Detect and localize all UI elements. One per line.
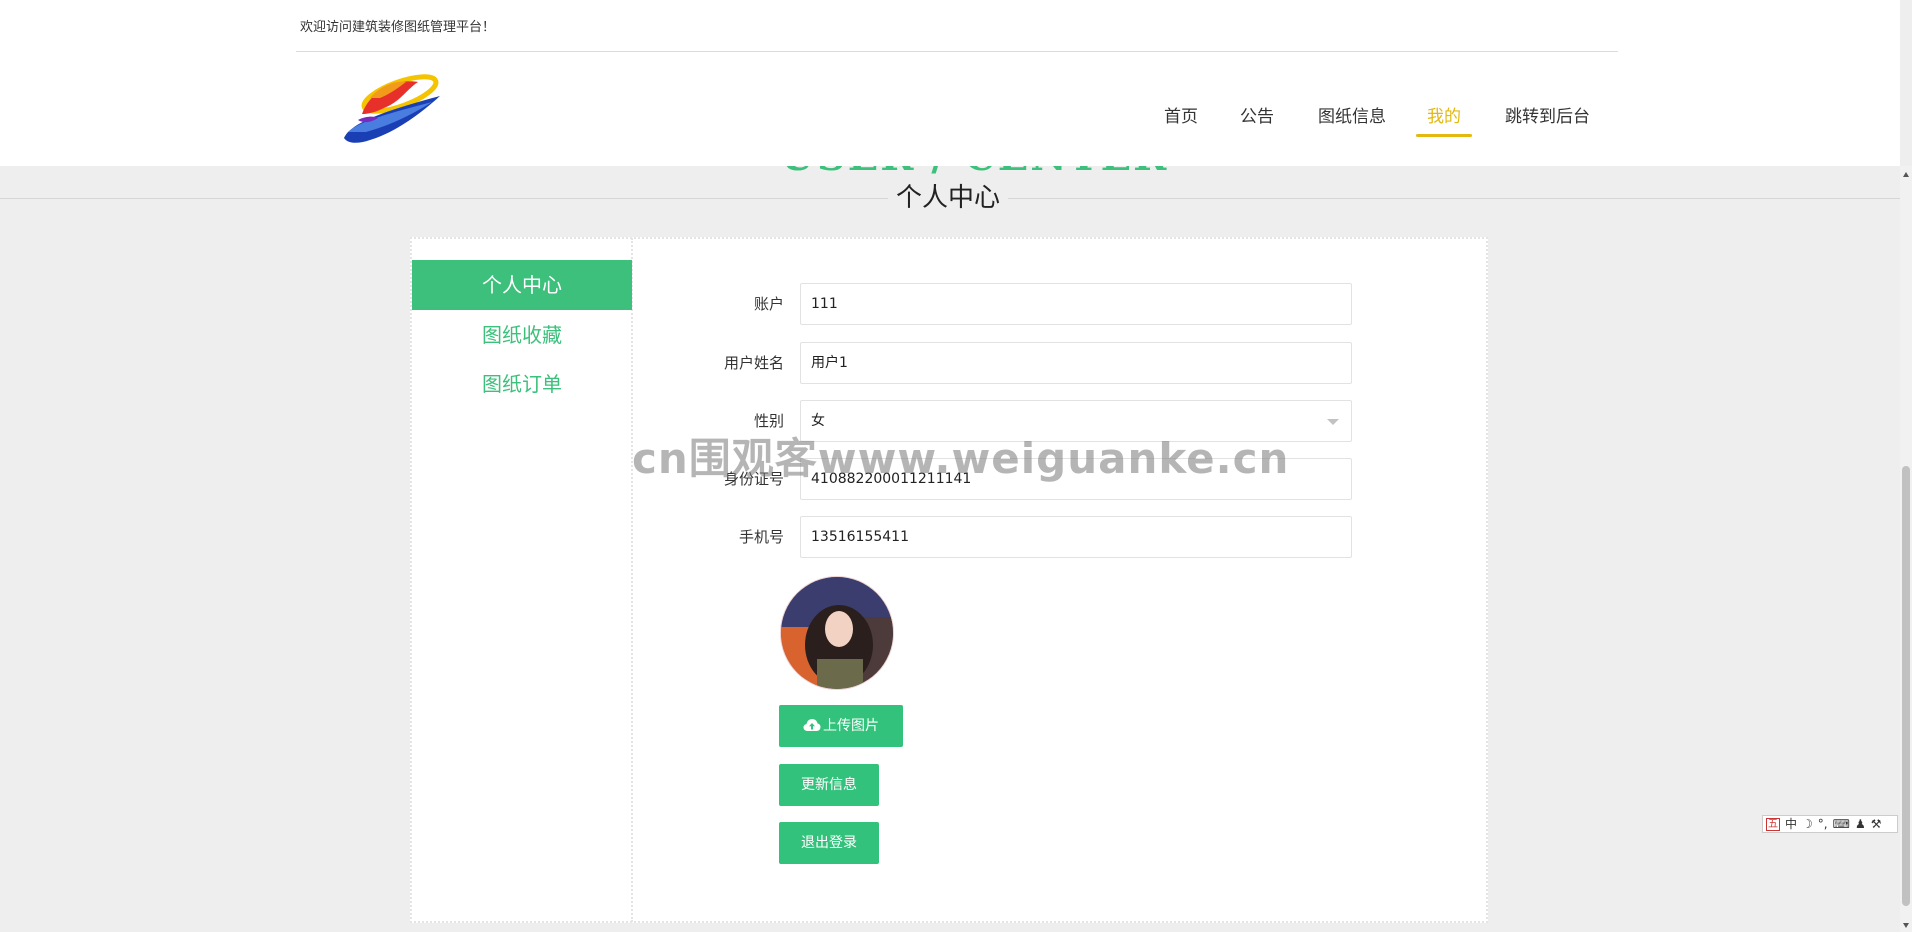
nav-home[interactable]: 首页 bbox=[1164, 104, 1198, 130]
watermark: cn围观客www.weiguanke.cn bbox=[632, 434, 1290, 483]
user-icon[interactable]: ♟ bbox=[1855, 816, 1866, 832]
ime-toolbar[interactable]: 五 中 ☽ °, ⌨ ♟ ⚒ bbox=[1762, 815, 1898, 833]
sidebar-item-favorites[interactable]: 图纸收藏 bbox=[412, 310, 632, 360]
ime-logo-icon[interactable]: 五 bbox=[1766, 817, 1780, 831]
scroll-up-icon[interactable] bbox=[1903, 172, 1909, 177]
chevron-down-icon bbox=[1327, 419, 1339, 425]
cloud-upload-icon bbox=[803, 719, 821, 731]
page-scrollbar[interactable] bbox=[1900, 166, 1912, 932]
site-logo[interactable] bbox=[340, 68, 444, 150]
update-info-button[interactable]: 更新信息 bbox=[779, 764, 879, 806]
nav-admin[interactable]: 跳转到后台 bbox=[1505, 104, 1590, 130]
phone-field[interactable]: 13516155411 bbox=[800, 516, 1352, 558]
nav-drawings[interactable]: 图纸信息 bbox=[1318, 104, 1386, 130]
nav-active-indicator bbox=[1416, 134, 1472, 137]
scroll-thumb[interactable] bbox=[1902, 466, 1910, 906]
header-divider bbox=[296, 51, 1618, 52]
name-label: 用户姓名 bbox=[723, 354, 784, 372]
welcome-text: 欢迎访问建筑装修图纸管理平台！ bbox=[300, 20, 496, 35]
sidebar: 个人中心 图纸收藏 图纸订单 bbox=[411, 238, 633, 922]
nav-mine[interactable]: 我的 bbox=[1427, 104, 1461, 130]
page-title: 个人中心 bbox=[888, 180, 1009, 216]
scroll-down-icon[interactable] bbox=[1903, 923, 1909, 928]
keyboard-icon[interactable]: ⌨ bbox=[1833, 816, 1850, 832]
upload-image-button[interactable]: 上传图片 bbox=[779, 705, 903, 747]
avatar bbox=[780, 576, 894, 690]
account-field[interactable]: 111 bbox=[800, 283, 1352, 325]
account-label: 账户 bbox=[753, 295, 784, 313]
site-header: 欢迎访问建筑装修图纸管理平台！ 首页 公告 图纸信息 我的 跳转到后台 bbox=[0, 0, 1900, 166]
moon-icon[interactable]: ☽ bbox=[1802, 816, 1813, 832]
logout-button[interactable]: 退出登录 bbox=[779, 822, 879, 864]
phone-label: 手机号 bbox=[738, 528, 784, 546]
sidebar-item-orders[interactable]: 图纸订单 bbox=[412, 359, 632, 409]
wrench-icon[interactable]: ⚒ bbox=[1871, 816, 1882, 832]
name-field[interactable]: 用户1 bbox=[800, 342, 1352, 384]
upload-button-label: 上传图片 bbox=[823, 718, 879, 734]
ime-mode-text[interactable]: 中 bbox=[1785, 816, 1797, 832]
sidebar-item-profile[interactable]: 个人中心 bbox=[412, 260, 632, 310]
punctuation-icon[interactable]: °, bbox=[1818, 816, 1828, 832]
nav-notice[interactable]: 公告 bbox=[1240, 104, 1274, 130]
